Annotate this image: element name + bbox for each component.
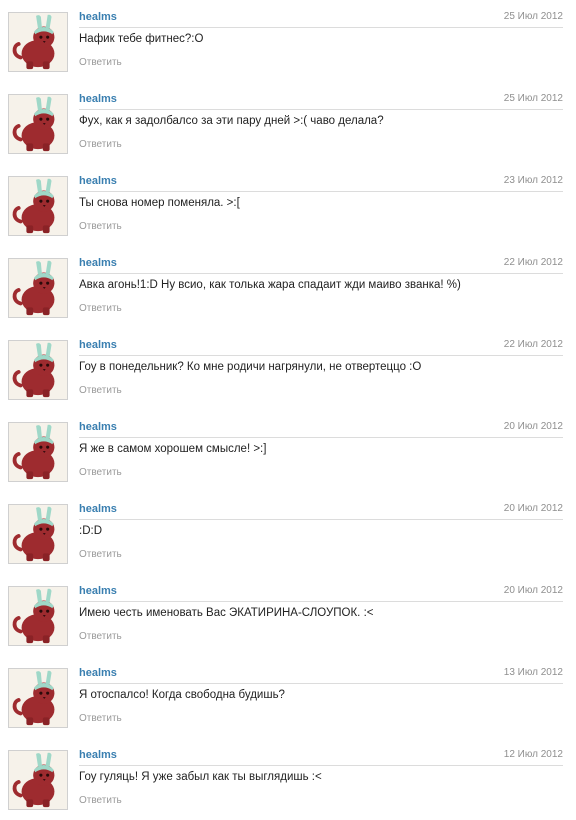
red-cat-bunny-ears-avatar-icon [9,13,67,71]
avatar[interactable] [8,176,68,236]
comment-date: 13 Июл 2012 [503,667,563,678]
comment-item: healms 22 Июл 2012 Авка агонь!1:D Ну вси… [0,246,576,328]
avatar[interactable] [8,750,68,810]
avatar[interactable] [8,668,68,728]
comment-item: healms 20 Июл 2012 Имею честь именовать … [0,574,576,656]
reply-link[interactable]: Ответить [79,631,122,642]
comment-item: healms 13 Июл 2012 Я отоспалсо! Когда св… [0,656,576,738]
reply-link[interactable]: Ответить [79,467,122,478]
comment-item: healms 12 Июл 2012 Гоу гуляць! Я уже заб… [0,738,576,820]
comment-text: :D:D [79,525,102,537]
author-link[interactable]: healms [79,11,117,23]
divider [79,191,563,192]
reply-link[interactable]: Ответить [79,303,122,314]
comment-text: Я же в самом хорошем смысле! >:] [79,443,267,455]
divider [79,437,563,438]
avatar[interactable] [8,586,68,646]
comment-text: Гоу гуляць! Я уже забыл как ты выглядишь… [79,771,322,783]
red-cat-bunny-ears-avatar-icon [9,587,67,645]
reply-link[interactable]: Ответить [79,713,122,724]
red-cat-bunny-ears-avatar-icon [9,505,67,563]
comment-item: healms 23 Июл 2012 Ты снова номер поменя… [0,164,576,246]
comment-feed: healms 25 Июл 2012 Нафик тебе фитнес?:О … [0,0,576,820]
author-link[interactable]: healms [79,339,117,351]
red-cat-bunny-ears-avatar-icon [9,341,67,399]
comment-date: 20 Июл 2012 [503,503,563,514]
comment-date: 22 Июл 2012 [503,257,563,268]
comment-item: healms 25 Июл 2012 Фух, как я задолбалсо… [0,82,576,164]
author-link[interactable]: healms [79,257,117,269]
red-cat-bunny-ears-avatar-icon [9,95,67,153]
author-link[interactable]: healms [79,421,117,433]
divider [79,519,563,520]
comment-date: 12 Июл 2012 [503,749,563,760]
divider [79,765,563,766]
avatar[interactable] [8,258,68,318]
red-cat-bunny-ears-avatar-icon [9,423,67,481]
author-link[interactable]: healms [79,175,117,187]
comment-text: Имею честь именовать Вас ЭКАТИРИНА-СЛОУП… [79,607,374,619]
comment-date: 25 Июл 2012 [503,11,563,22]
author-link[interactable]: healms [79,749,117,761]
author-link[interactable]: healms [79,93,117,105]
comment-item: healms 20 Июл 2012 :D:D Ответить [0,492,576,574]
divider [79,273,563,274]
comment-date: 20 Июл 2012 [503,421,563,432]
reply-link[interactable]: Ответить [79,57,122,68]
divider [79,601,563,602]
comment-date: 25 Июл 2012 [503,93,563,104]
avatar[interactable] [8,94,68,154]
author-link[interactable]: healms [79,503,117,515]
reply-link[interactable]: Ответить [79,221,122,232]
avatar[interactable] [8,340,68,400]
avatar[interactable] [8,422,68,482]
red-cat-bunny-ears-avatar-icon [9,177,67,235]
comment-text: Ты снова номер поменяла. >:[ [79,197,240,209]
comment-date: 20 Июл 2012 [503,585,563,596]
red-cat-bunny-ears-avatar-icon [9,259,67,317]
reply-link[interactable]: Ответить [79,795,122,806]
reply-link[interactable]: Ответить [79,549,122,560]
comment-date: 22 Июл 2012 [503,339,563,350]
avatar[interactable] [8,12,68,72]
divider [79,27,563,28]
divider [79,683,563,684]
comment-text: Гоу в понедельник? Ко мне родичи нагряну… [79,361,422,373]
comment-text: Я отоспалсо! Когда свободна будишь? [79,689,285,701]
red-cat-bunny-ears-avatar-icon [9,751,67,809]
divider [79,355,563,356]
reply-link[interactable]: Ответить [79,385,122,396]
comment-text: Авка агонь!1:D Ну всио, как толька жара … [79,279,461,291]
comment-text: Фух, как я задолбалсо за эти пару дней >… [79,115,384,127]
comment-item: healms 20 Июл 2012 Я же в самом хорошем … [0,410,576,492]
comment-item: healms 22 Июл 2012 Гоу в понедельник? Ко… [0,328,576,410]
comment-text: Нафик тебе фитнес?:О [79,33,204,45]
red-cat-bunny-ears-avatar-icon [9,669,67,727]
reply-link[interactable]: Ответить [79,139,122,150]
author-link[interactable]: healms [79,667,117,679]
comment-item: healms 25 Июл 2012 Нафик тебе фитнес?:О … [0,0,576,82]
author-link[interactable]: healms [79,585,117,597]
divider [79,109,563,110]
comment-date: 23 Июл 2012 [503,175,563,186]
avatar[interactable] [8,504,68,564]
